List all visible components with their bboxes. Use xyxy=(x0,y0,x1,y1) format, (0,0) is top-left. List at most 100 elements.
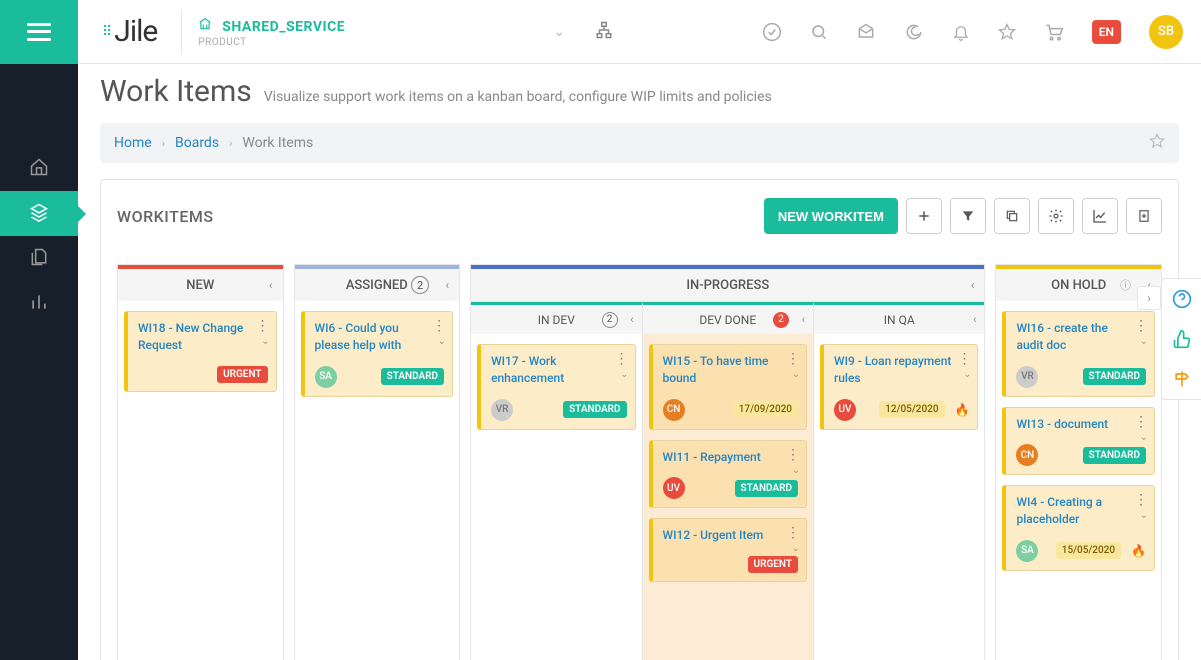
card-wi16[interactable]: WI16 - create the audit doc ⋮ ⌄ VR STAND… xyxy=(1002,311,1155,397)
card-title[interactable]: WI13 - document xyxy=(1016,416,1146,433)
breadcrumb-home[interactable]: Home xyxy=(114,135,152,151)
logo-text: Jile xyxy=(114,14,157,49)
chevron-down-icon[interactable]: ⌄ xyxy=(620,369,628,380)
export-button[interactable] xyxy=(1126,198,1162,234)
logo[interactable]: ⠿ Jile xyxy=(102,14,157,49)
app-header: ⠿ Jile SHARED_SERVICE PRODUCT ⌄ EN SB xyxy=(0,0,1201,64)
chart-button[interactable] xyxy=(1082,198,1118,234)
card-menu-icon[interactable]: ⋮ xyxy=(786,447,800,463)
due-date-badge: 17/09/2020 xyxy=(733,401,798,418)
card-menu-icon[interactable]: ⋮ xyxy=(957,351,971,367)
kanban-board: NEW ‹ WI18 - New Change Request ⋮ ⌄ URGE… xyxy=(101,252,1178,660)
language-badge[interactable]: EN xyxy=(1092,20,1121,44)
priority-tag: STANDARD xyxy=(563,401,626,418)
collapse-icon[interactable]: ‹ xyxy=(973,313,976,326)
hamburger-icon xyxy=(27,23,51,41)
collapse-icon[interactable]: ‹ xyxy=(630,313,633,326)
chevron-down-icon[interactable]: ⌄ xyxy=(792,465,800,476)
sidebar-boards[interactable] xyxy=(0,191,78,236)
sidebar-analytics[interactable] xyxy=(0,281,78,326)
product-label: PRODUCT xyxy=(198,37,345,48)
card-menu-icon[interactable]: ⋮ xyxy=(786,351,800,367)
board-title: WORKITEMS xyxy=(117,207,214,226)
due-date-badge: 15/05/2020 xyxy=(1056,542,1121,559)
bell-icon[interactable] xyxy=(952,23,970,41)
card-menu-icon[interactable]: ⋮ xyxy=(256,318,270,334)
card-wi17[interactable]: WI17 - Work enhancement ⋮ ⌄ VR STANDARD xyxy=(477,344,635,430)
column-new: NEW ‹ WI18 - New Change Request ⋮ ⌄ URGE… xyxy=(117,264,284,660)
sidebar xyxy=(0,64,78,660)
chat-icon[interactable] xyxy=(904,22,924,42)
star-icon[interactable] xyxy=(998,23,1016,41)
chevron-down-icon[interactable]: ⌄ xyxy=(438,336,446,347)
chevron-down-icon[interactable]: ⌄ xyxy=(1140,510,1148,521)
user-avatar[interactable]: SB xyxy=(1149,15,1183,49)
logo-dots-icon: ⠿ xyxy=(102,24,112,40)
subcolumn-header-in-qa: IN QA ‹ xyxy=(814,302,984,334)
card-title[interactable]: WI18 - New Change Request xyxy=(138,320,268,354)
thumbs-up-icon[interactable] xyxy=(1162,319,1201,359)
priority-tag: URGENT xyxy=(748,556,798,573)
collapse-icon[interactable]: ‹ xyxy=(971,278,975,292)
bank-icon xyxy=(198,16,216,35)
card-title[interactable]: WI11 - Repayment xyxy=(663,449,798,466)
add-button[interactable] xyxy=(906,198,942,234)
chevron-down-icon[interactable]: ⌄ xyxy=(261,336,269,347)
chevron-down-icon[interactable]: ⌄ xyxy=(963,369,971,380)
card-wi18[interactable]: WI18 - New Change Request ⋮ ⌄ URGENT xyxy=(124,311,277,392)
card-menu-icon[interactable]: ⋮ xyxy=(1134,492,1148,508)
sidebar-documents[interactable] xyxy=(0,236,78,281)
product-selector[interactable]: SHARED_SERVICE PRODUCT ⌄ xyxy=(181,10,345,54)
search-icon[interactable] xyxy=(810,23,828,41)
card-wi9[interactable]: WI9 - Loan repayment rules ⋮ ⌄ UV 12/05/… xyxy=(820,344,978,430)
card-title[interactable]: WI4 - Creating a placeholder xyxy=(1016,494,1146,528)
filter-button[interactable] xyxy=(950,198,986,234)
help-panel xyxy=(1161,278,1201,400)
menu-toggle[interactable] xyxy=(0,0,78,64)
chevron-down-icon[interactable]: ⌄ xyxy=(792,369,800,380)
mail-icon[interactable] xyxy=(856,22,876,42)
card-title[interactable]: WI17 - Work enhancement xyxy=(491,353,626,387)
settings-button[interactable] xyxy=(1038,198,1074,234)
collapse-icon[interactable]: ‹ xyxy=(445,278,449,292)
card-menu-icon[interactable]: ⋮ xyxy=(786,525,800,541)
card-title[interactable]: WI16 - create the audit doc xyxy=(1016,320,1146,354)
signpost-icon[interactable] xyxy=(1162,359,1201,399)
card-title[interactable]: WI6 - Could you please help with xyxy=(315,320,445,354)
assignee-avatar: CN xyxy=(663,399,685,421)
card-title[interactable]: WI9 - Loan repayment rules xyxy=(834,353,969,387)
chevron-down-icon[interactable]: ⌄ xyxy=(1140,432,1148,443)
chevron-down-icon[interactable]: ⌄ xyxy=(792,543,800,554)
card-title[interactable]: WI12 - Urgent Item xyxy=(663,527,798,544)
sidebar-home[interactable] xyxy=(0,146,78,191)
chevron-down-icon[interactable]: ⌄ xyxy=(1140,336,1148,347)
column-title: IN-PROGRESS xyxy=(686,278,769,293)
expand-panel-button[interactable]: › xyxy=(1137,286,1161,310)
card-menu-icon[interactable]: ⋮ xyxy=(1134,414,1148,430)
card-title[interactable]: WI15 - To have time bound xyxy=(663,353,798,387)
collapse-icon[interactable]: ‹ xyxy=(269,278,273,292)
card-wi15[interactable]: WI15 - To have time bound ⋮ ⌄ CN 17/09/2… xyxy=(649,344,807,430)
hierarchy-icon[interactable] xyxy=(595,21,613,43)
card-wi4[interactable]: WI4 - Creating a placeholder ⋮ ⌄ SA 15/0… xyxy=(1002,485,1155,571)
card-wi6[interactable]: WI6 - Could you please help with ⋮ ⌄ SA … xyxy=(301,311,454,397)
card-wi12[interactable]: WI12 - Urgent Item ⋮ ⌄ URGENT xyxy=(649,518,807,582)
assignee-avatar: CN xyxy=(1016,444,1038,466)
card-menu-icon[interactable]: ⋮ xyxy=(432,318,446,334)
info-icon[interactable]: ⓘ xyxy=(1120,277,1131,293)
check-circle-icon[interactable] xyxy=(762,22,782,42)
chevron-down-icon: ⌄ xyxy=(553,24,565,40)
card-wi13[interactable]: WI13 - document ⋮ ⌄ CN STANDARD xyxy=(1002,407,1155,476)
card-wi11[interactable]: WI11 - Repayment ⋮ ⌄ UV STANDARD xyxy=(649,440,807,509)
collapse-icon[interactable]: ‹ xyxy=(802,313,805,326)
new-workitem-button[interactable]: NEW WORKITEM xyxy=(764,198,898,234)
card-menu-icon[interactable]: ⋮ xyxy=(1134,318,1148,334)
copy-button[interactable] xyxy=(994,198,1030,234)
column-in-progress: IN-PROGRESS ‹ IN DEV 2 ‹ DEV DONE 2 ‹ xyxy=(470,264,985,660)
subcolumn-title: IN QA xyxy=(884,313,915,327)
help-icon[interactable] xyxy=(1162,279,1201,319)
favorite-star-icon[interactable] xyxy=(1149,133,1165,153)
breadcrumb-boards[interactable]: Boards xyxy=(175,135,219,151)
card-menu-icon[interactable]: ⋮ xyxy=(615,351,629,367)
cart-icon[interactable] xyxy=(1044,22,1064,42)
